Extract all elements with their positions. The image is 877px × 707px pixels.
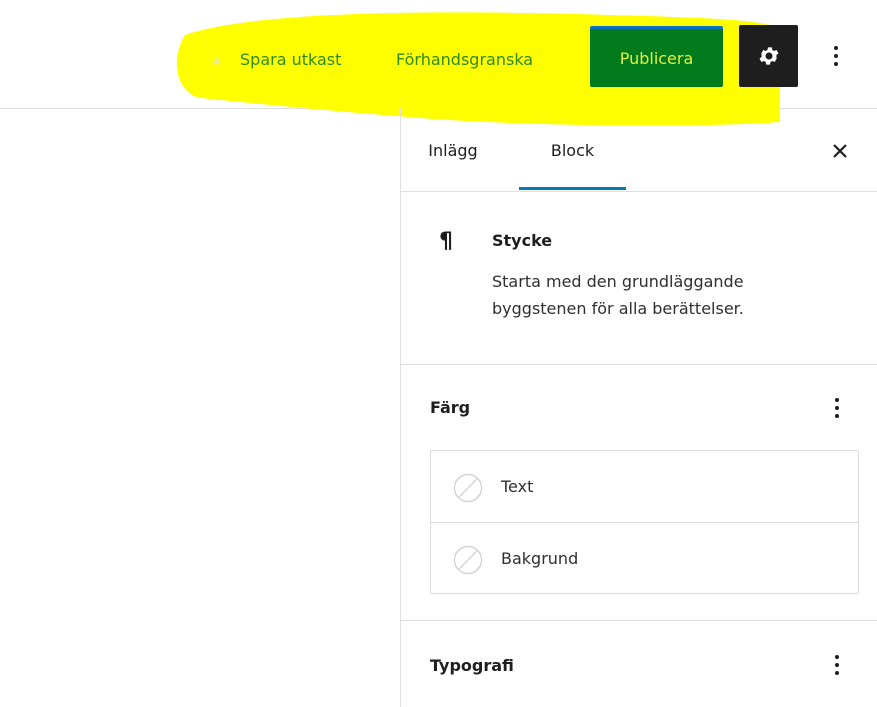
no-color-swatch-icon [453,473,483,503]
color-option-label: Text [501,477,534,496]
settings-sidebar: Inlägg Block ¶ Stycke Starta med den gru… [400,108,877,707]
block-description: Starta med den grundläggande byggstenen … [492,272,744,318]
panel-divider [401,620,877,621]
block-card: ¶ Stycke Starta med den grundläggande by… [401,191,877,365]
highlight-artifact: ▲ [213,55,221,66]
tab-post[interactable]: Inlägg [416,108,490,190]
vertical-ellipsis-icon [835,654,839,675]
block-title: Stycke [492,231,553,250]
vertical-ellipsis-icon [835,397,839,418]
editor-header: ▲ Spara utkast Förhandsgranska Publicera [0,0,877,126]
close-icon [833,144,847,158]
publish-button[interactable]: Publicera [590,26,723,87]
settings-button[interactable] [739,25,798,87]
typography-panel-options-button[interactable] [827,651,847,681]
color-panel-title[interactable]: Färg [430,398,470,417]
save-draft-button[interactable]: Spara utkast [240,45,341,75]
color-option-label: Bakgrund [501,549,579,568]
color-options-group: Text Bakgrund [430,450,859,594]
color-option-background[interactable]: Bakgrund [431,522,858,594]
color-option-text[interactable]: Text [431,451,858,522]
active-tab-indicator [519,187,626,190]
more-options-button[interactable] [824,38,848,74]
vertical-ellipsis-icon [834,46,838,66]
sidebar-tabs: Inlägg Block [401,108,877,192]
paragraph-icon: ¶ [439,229,453,254]
no-color-swatch-icon [453,545,483,575]
close-sidebar-button[interactable] [829,140,851,162]
tab-block[interactable]: Block [519,108,626,190]
typography-panel-title[interactable]: Typografi [430,656,514,675]
preview-button[interactable]: Förhandsgranska [396,45,533,75]
color-panel-options-button[interactable] [827,394,847,424]
gear-icon [759,47,778,65]
